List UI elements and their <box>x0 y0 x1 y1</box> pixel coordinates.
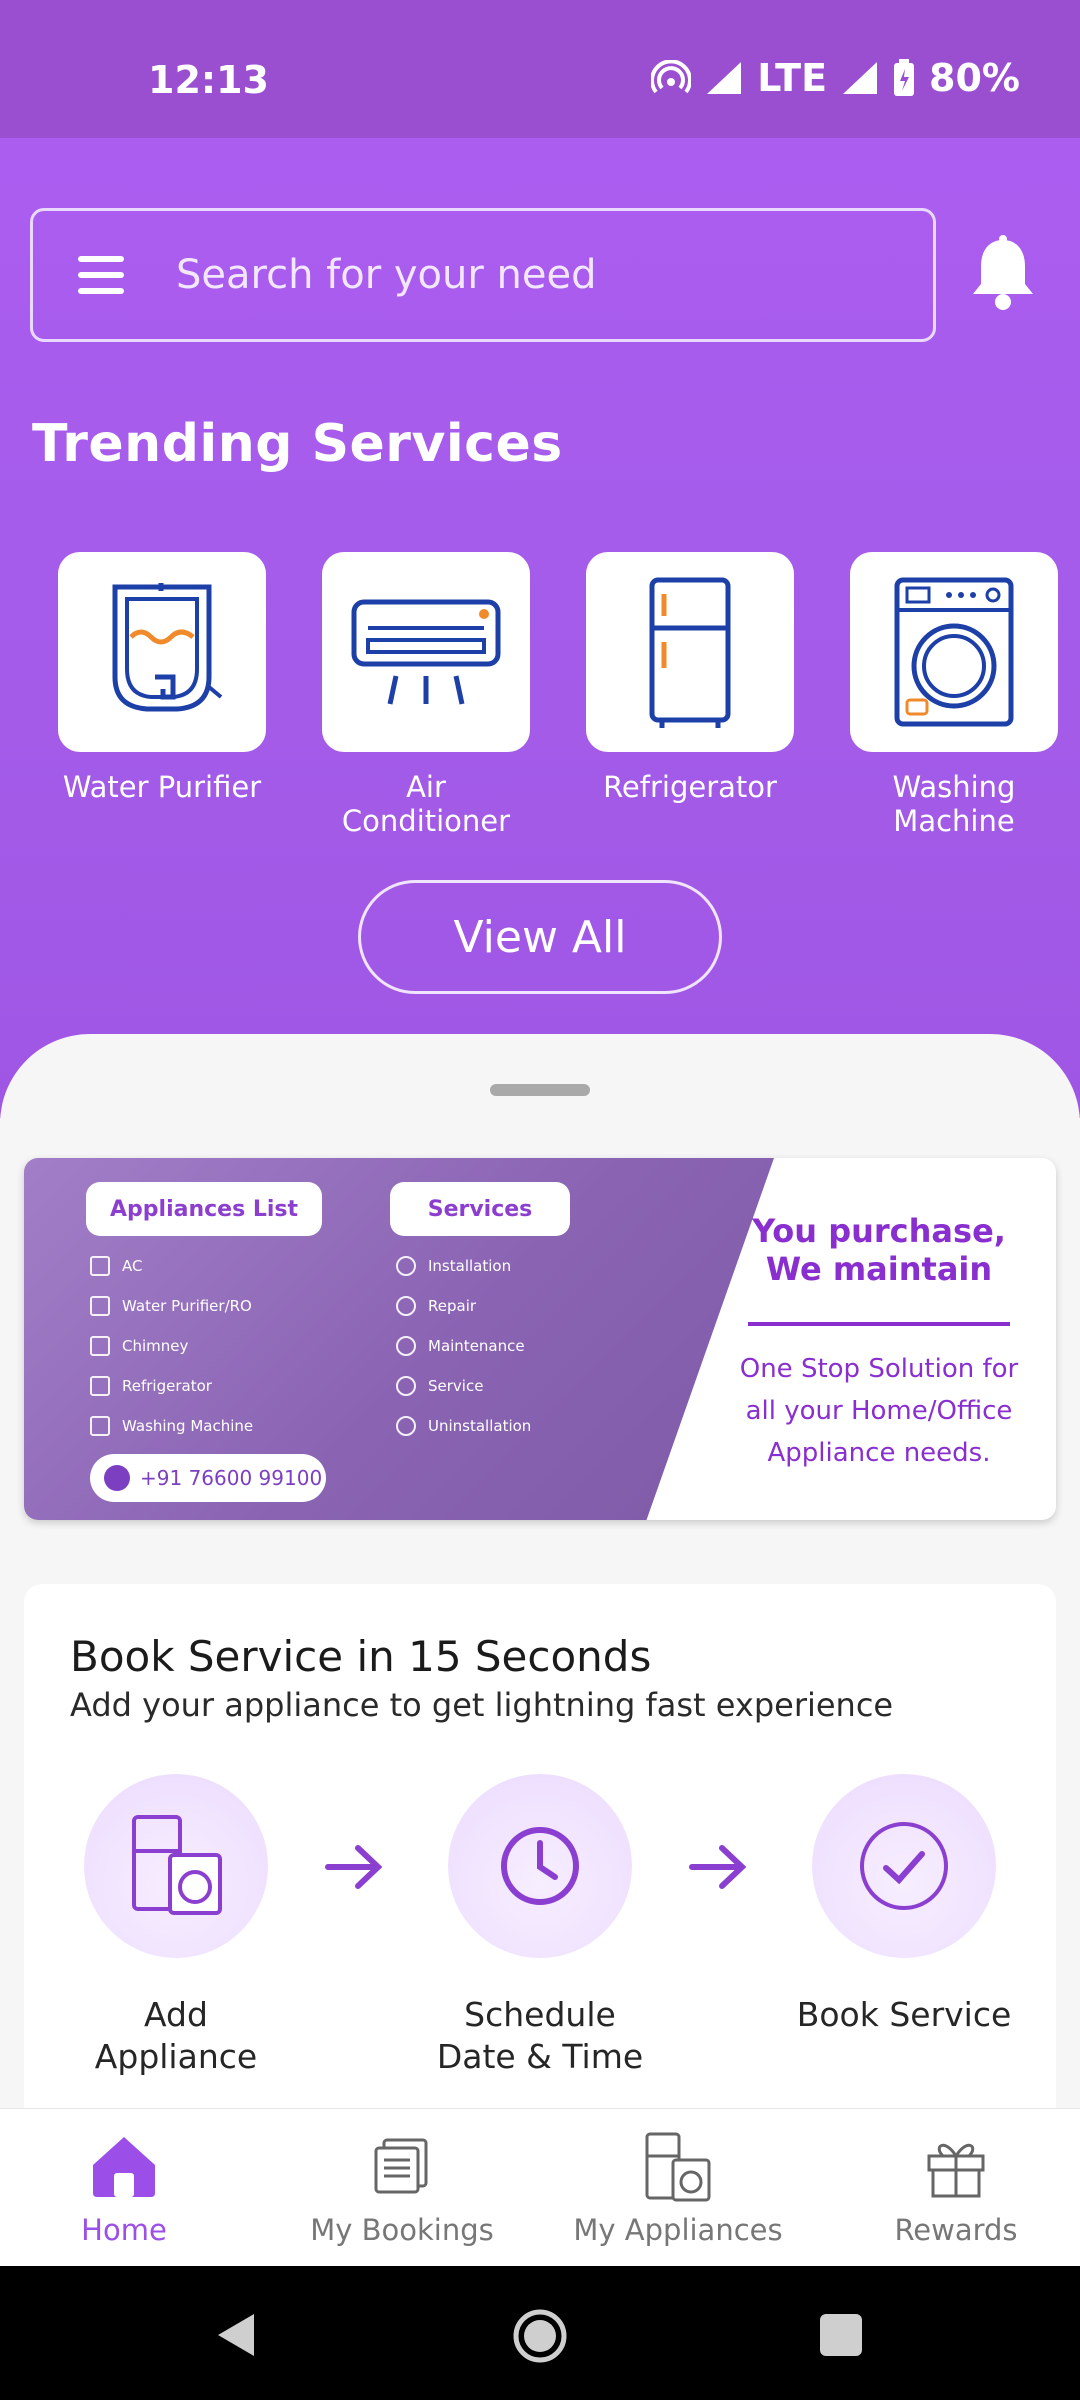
step-label-line: Date & Time <box>436 2037 644 2076</box>
phone-number: +91 76600 99100 <box>140 1466 323 1490</box>
nav-label: Rewards <box>894 2213 1018 2247</box>
step-label-line: Schedule <box>464 1995 616 2034</box>
nav-home[interactable]: Home <box>0 2127 254 2247</box>
banner-tagline-2: all your Home/Office <box>745 1396 1013 1426</box>
service-repair: Repair <box>428 1297 477 1315</box>
book-title: Book Service in 15 Seconds <box>70 1632 652 1681</box>
status-bar: 12:13 LTE 80% <box>0 0 1080 138</box>
appliances-list-chip: Appliances List <box>86 1182 322 1236</box>
appliance-water-purifier: Water Purifier/RO <box>122 1297 252 1315</box>
service-installation: Installation <box>428 1257 512 1275</box>
banner-headline-2: We maintain <box>765 1250 993 1288</box>
banner-tagline-3: Appliance needs. <box>767 1438 991 1468</box>
system-nav-bar <box>0 2266 1080 2400</box>
trending-item-washing-machine[interactable]: Washing Machine <box>850 552 1058 838</box>
trending-title: Trending Services <box>32 414 563 474</box>
menu-icon[interactable] <box>78 256 124 294</box>
trending-list: Water Purifier Air Conditioner Refrigera… <box>58 552 1058 838</box>
promo-banner[interactable]: Appliances List Services AC Water Purifi… <box>24 1158 1056 1520</box>
banner-tagline-1: One Stop Solution for <box>739 1354 1019 1384</box>
banner-text: You purchase, We maintain One Stop Solut… <box>714 1212 1044 1474</box>
nav-label: My Appliances <box>573 2213 783 2247</box>
service-maintenance: Maintenance <box>428 1337 525 1355</box>
banner-appliances-list: AC Water Purifier/RO Chimney Refrigerato… <box>90 1246 253 1446</box>
step-schedule[interactable] <box>448 1774 632 1958</box>
air-conditioner-icon <box>351 599 501 705</box>
trending-item-label: Washing Machine <box>892 770 1016 838</box>
search-bar[interactable]: Search for your need <box>30 208 936 342</box>
nav-my-appliances[interactable]: My Appliances <box>548 2127 808 2247</box>
banner-divider <box>748 1322 1010 1326</box>
phone-icon <box>104 1465 130 1491</box>
appliances-icon <box>645 2132 711 2202</box>
nav-label: My Bookings <box>310 2213 494 2247</box>
status-icons: LTE 80% <box>651 56 1020 100</box>
trending-item-label: Air Conditioner <box>341 770 511 838</box>
appliance-ac: AC <box>122 1257 143 1275</box>
bottom-nav: Home My Bookings My Appliances Rewards <box>0 2108 1080 2266</box>
step-label-schedule: Schedule Date & Time <box>410 1994 670 2078</box>
arrow-icon <box>325 1845 383 1889</box>
banner-phone[interactable]: +91 76600 99100 <box>90 1454 326 1502</box>
bell-icon[interactable] <box>968 234 1038 314</box>
battery-level: 80% <box>929 56 1020 100</box>
sheet-handle[interactable] <box>490 1084 590 1096</box>
appliances-icon <box>132 1815 222 1915</box>
content-sheet: Appliances List Services AC Water Purifi… <box>0 1034 1080 2144</box>
trending-item-air-conditioner[interactable]: Air Conditioner <box>322 552 530 838</box>
clock-icon <box>501 1827 579 1905</box>
step-book-service[interactable] <box>812 1774 996 1958</box>
services-chip: Services <box>390 1182 570 1236</box>
step-label-line: Book Service <box>796 1995 1012 2034</box>
washing-machine-icon <box>894 577 1014 727</box>
step-label-line: Add <box>144 1995 208 2034</box>
water-purifier-icon <box>112 583 223 712</box>
check-circle-icon <box>860 1822 948 1910</box>
step-add-appliance[interactable] <box>84 1774 268 1958</box>
search-placeholder: Search for your need <box>176 252 597 298</box>
nav-my-bookings[interactable]: My Bookings <box>272 2127 532 2247</box>
service-service: Service <box>428 1377 484 1395</box>
step-label-line: Appliance <box>94 2037 258 2076</box>
service-uninstallation: Uninstallation <box>428 1417 532 1435</box>
arrow-icon <box>689 1845 747 1889</box>
nav-label: Home <box>81 2213 167 2247</box>
trending-item-label: Water Purifier <box>62 770 262 804</box>
step-label-book: Book Service <box>774 1994 1034 2036</box>
banner-services-list: Installation Repair Maintenance Service … <box>396 1246 531 1446</box>
status-time: 12:13 <box>148 58 269 102</box>
book-service-card: Book Service in 15 Seconds Add your appl… <box>24 1584 1056 2144</box>
book-subtitle: Add your appliance to get lightning fast… <box>70 1686 894 1724</box>
network-type: LTE <box>757 56 828 100</box>
appliance-washing-machine: Washing Machine <box>122 1417 254 1435</box>
bookings-icon <box>374 2138 428 2194</box>
battery-icon <box>894 59 915 96</box>
back-icon[interactable] <box>214 2312 258 2358</box>
banner-headline-1: You purchase, <box>752 1212 1006 1250</box>
step-label-add: Add Appliance <box>46 1994 306 2078</box>
home-icon <box>93 2137 155 2197</box>
hotspot-icon <box>651 60 692 94</box>
signal-icon-2 <box>843 62 878 94</box>
appliance-chimney: Chimney <box>122 1337 189 1355</box>
signal-icon <box>707 62 742 94</box>
hero-section: Search for your need Trending Services W… <box>0 138 1080 1118</box>
appliance-refrigerator: Refrigerator <box>122 1377 212 1395</box>
nav-rewards[interactable]: Rewards <box>826 2127 1080 2247</box>
gift-icon <box>927 2143 985 2198</box>
home-button-icon[interactable] <box>512 2308 568 2364</box>
trending-item-refrigerator[interactable]: Refrigerator <box>586 552 794 838</box>
refrigerator-icon <box>649 577 731 728</box>
recents-icon[interactable] <box>820 2314 862 2356</box>
trending-item-label: Refrigerator <box>603 770 777 804</box>
trending-item-water-purifier[interactable]: Water Purifier <box>58 552 266 838</box>
view-all-button[interactable]: View All <box>358 880 722 994</box>
